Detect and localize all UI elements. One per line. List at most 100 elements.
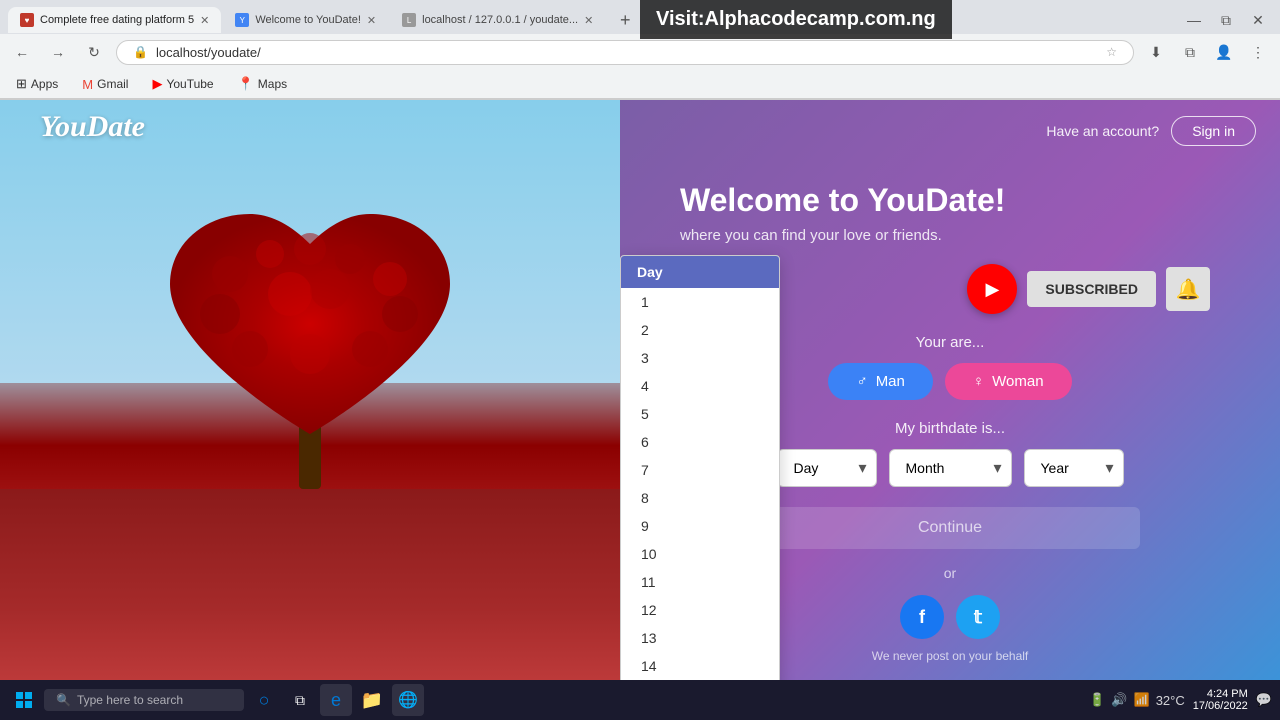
year-select[interactable]: Year 20042003200220012000 19991998199719… — [1024, 449, 1124, 487]
taskbar-explorer[interactable]: 📁 — [356, 684, 388, 716]
tab-label-dating: Complete free dating platform 5 — [40, 14, 194, 26]
twitter-icon: 𝕥 — [974, 607, 982, 628]
day-select[interactable]: Day 12345 678910 — [777, 449, 877, 487]
maps-icon: 📍 — [238, 76, 254, 92]
man-button[interactable]: ♂ Man — [828, 363, 932, 400]
have-account-text: Have an account? — [1046, 123, 1159, 139]
url-box[interactable]: 🔒 localhost/youdate/ ☆ — [116, 40, 1134, 65]
dropdown-item[interactable]: 10 — [621, 540, 779, 568]
tab-dating[interactable]: ♥ Complete free dating platform 5 ✕ — [8, 7, 221, 33]
bell-button[interactable]: 🔔 — [1166, 267, 1210, 311]
signup-section: Have an account? Sign in Welcome to YouD… — [620, 100, 1280, 680]
apps-icon: ⊞ — [16, 76, 27, 92]
facebook-button[interactable]: f — [900, 595, 944, 639]
taskbar-cortana[interactable]: ○ — [248, 684, 280, 716]
close-button[interactable]: ✕ — [1244, 6, 1272, 34]
extensions-icon[interactable]: ⧉ — [1176, 38, 1204, 66]
reload-button[interactable]: ↻ — [80, 38, 108, 66]
url-text: localhost/youdate/ — [156, 45, 1098, 60]
bookmark-gmail-label: Gmail — [97, 77, 128, 91]
toolbar-icons: ⬇ ⧉ 👤 ⋮ — [1142, 38, 1272, 66]
day-select-wrapper: Day 12345 678910 ▾ — [777, 449, 877, 487]
woman-label: Woman — [992, 373, 1043, 390]
sign-in-button[interactable]: Sign in — [1171, 116, 1256, 146]
bell-icon: 🔔 — [1176, 277, 1201, 302]
bookmark-gmail[interactable]: M Gmail — [78, 75, 132, 94]
volume-icon[interactable]: 🔊 — [1111, 692, 1127, 708]
taskbar-right: 🔋 🔊 📶 32°C 4:24 PM 17/06/2022 💬 — [1089, 688, 1272, 712]
search-placeholder: Type here to search — [77, 693, 183, 707]
dropdown-item[interactable]: 1 — [621, 288, 779, 316]
bookmark-maps[interactable]: 📍 Maps — [234, 74, 292, 94]
network-icon[interactable]: 📶 — [1134, 692, 1150, 708]
bookmark-apps-label: Apps — [31, 77, 58, 91]
dropdown-item[interactable]: 6 — [621, 428, 779, 456]
dropdown-item[interactable]: 5 — [621, 400, 779, 428]
welcome-to: Welcome t — [680, 182, 839, 218]
dropdown-item[interactable]: 8 — [621, 484, 779, 512]
star-icon[interactable]: ☆ — [1106, 45, 1117, 59]
tab-close-localhost[interactable]: ✕ — [584, 14, 593, 27]
time-display: 4:24 PM — [1193, 688, 1248, 700]
hero-section: YouDate — [0, 100, 620, 680]
welcome-subtitle: where you can find your love or friends. — [680, 227, 1220, 244]
dropdown-header: Day — [621, 256, 779, 288]
date-display: 17/06/2022 — [1193, 700, 1248, 712]
dropdown-item[interactable]: 12 — [621, 596, 779, 624]
subscribed-button[interactable]: SUBSCRIBED — [1027, 271, 1156, 307]
profile-icon[interactable]: 👤 — [1210, 38, 1238, 66]
continue-button[interactable]: Continue — [760, 507, 1140, 549]
dropdown-item[interactable]: 7 — [621, 456, 779, 484]
taskbar-search[interactable]: 🔍 Type here to search — [44, 689, 244, 711]
taskbar-taskview[interactable]: ⧉ — [284, 684, 316, 716]
logo-text: YouDate — [40, 110, 145, 143]
taskbar-clock[interactable]: 4:24 PM 17/06/2022 — [1193, 688, 1248, 712]
gmail-icon: M — [82, 77, 93, 92]
lock-icon: 🔒 — [133, 45, 148, 59]
year-select-wrapper: Year 20042003200220012000 19991998199719… — [1024, 449, 1124, 487]
dropdown-list: 12345678910111213141516171819 — [621, 288, 779, 680]
youtube-subscribe-icon[interactable]: ▶ — [967, 264, 1017, 314]
dropdown-item[interactable]: 4 — [621, 372, 779, 400]
taskbar-browser[interactable]: 🌐 — [392, 684, 424, 716]
dropdown-item[interactable]: 9 — [621, 512, 779, 540]
bookmark-youtube-label: YouTube — [166, 77, 213, 91]
dropdown-item[interactable]: 11 — [621, 568, 779, 596]
page-content: YouDate — [0, 100, 1280, 680]
thermometer-icon: 32°C — [1156, 693, 1185, 708]
new-tab-button[interactable]: + — [611, 6, 639, 34]
minimize-button[interactable]: — — [1180, 6, 1208, 34]
twitter-button[interactable]: 𝕥 — [956, 595, 1000, 639]
tab-label-youdate: Welcome to YouDate! — [255, 14, 361, 26]
dropdown-item[interactable]: 14 — [621, 652, 779, 680]
tab-youdate[interactable]: Y Welcome to YouDate! ✕ — [223, 7, 388, 33]
play-icon: ▶ — [986, 279, 1000, 300]
notifications-icon[interactable]: 💬 — [1256, 692, 1272, 708]
tab-close-youdate[interactable]: ✕ — [367, 14, 376, 27]
day-dropdown[interactable]: Day 12345678910111213141516171819 — [620, 255, 780, 680]
start-button[interactable] — [8, 684, 40, 716]
taskbar-edge[interactable]: e — [320, 684, 352, 716]
restore-button[interactable]: ⧉ — [1212, 6, 1240, 34]
settings-icon[interactable]: ⋮ — [1244, 38, 1272, 66]
dropdown-item[interactable]: 13 — [621, 624, 779, 652]
dropdown-item[interactable]: 3 — [621, 344, 779, 372]
dropdown-item[interactable]: 2 — [621, 316, 779, 344]
youtube-icon: ▶ — [152, 76, 162, 92]
woman-button[interactable]: ♀ Woman — [945, 363, 1072, 400]
forward-button[interactable]: → — [44, 38, 72, 66]
tab-close-dating[interactable]: ✕ — [200, 14, 209, 27]
download-icon[interactable]: ⬇ — [1142, 38, 1170, 66]
signup-header: Have an account? Sign in — [620, 100, 1280, 162]
tab-localhost[interactable]: L localhost / 127.0.0.1 / youdate... ✕ — [390, 7, 605, 33]
back-button[interactable]: ← — [8, 38, 36, 66]
tab-bar: ♥ Complete free dating platform 5 ✕ Y We… — [0, 0, 1280, 34]
address-bar: ← → ↻ 🔒 localhost/youdate/ ☆ ⬇ ⧉ 👤 ⋮ — [0, 34, 1280, 70]
man-icon: ♂ — [856, 373, 867, 390]
bookmark-youtube[interactable]: ▶ YouTube — [148, 74, 217, 94]
tab-favicon-localhost: L — [402, 13, 416, 27]
tab-favicon-youdate: Y — [235, 13, 249, 27]
month-select[interactable]: Month JanuaryFebruaryMarchApril MayJuneJ… — [889, 449, 1012, 487]
month-select-wrapper: Month JanuaryFebruaryMarchApril MayJuneJ… — [889, 449, 1012, 487]
bookmark-apps[interactable]: ⊞ Apps — [12, 74, 62, 94]
